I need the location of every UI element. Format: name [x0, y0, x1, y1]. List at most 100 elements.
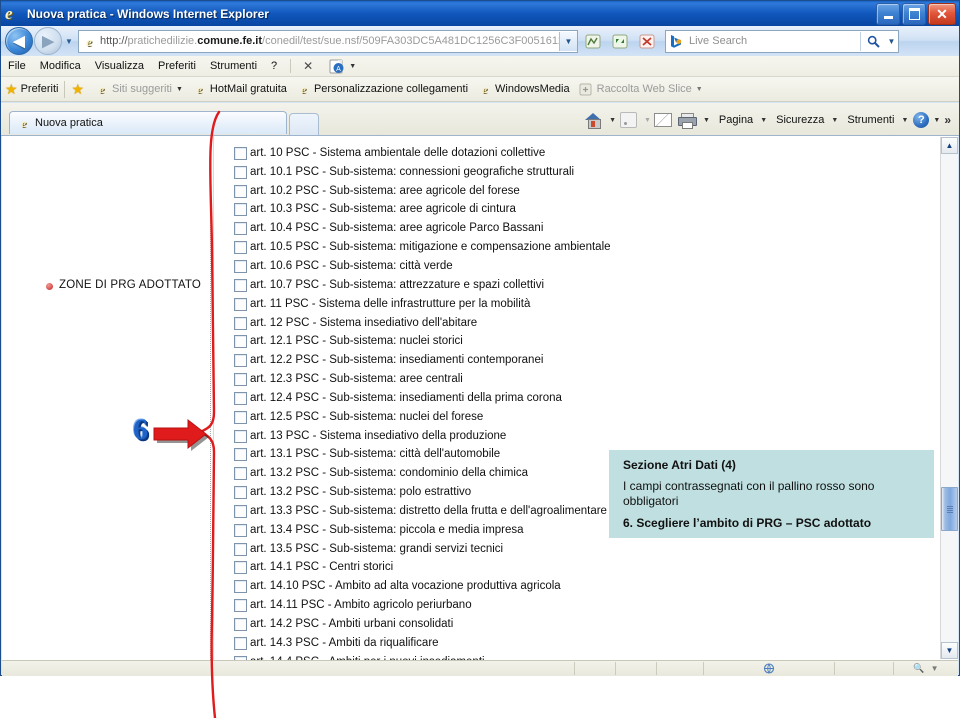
checklist-row[interactable]: art. 12.3 PSC - Sub-sistema: aree centra… — [234, 370, 924, 389]
search-submit-button[interactable] — [860, 31, 885, 51]
checklist-row[interactable]: art. 14.10 PSC - Ambito ad alta vocazion… — [234, 577, 924, 596]
checklist-row[interactable]: art. 10.1 PSC - Sub-sistema: connessioni… — [234, 163, 924, 182]
menu-strumenti[interactable]: Strumenti — [203, 58, 264, 74]
add-favorite-icon[interactable]: ★ — [71, 82, 84, 96]
checklist-row[interactable]: art. 10.4 PSC - Sub-sistema: aree agrico… — [234, 219, 924, 238]
checkbox-unchecked-icon[interactable] — [234, 618, 247, 632]
checklist-row[interactable]: art. 10.7 PSC - Sub-sistema: attrezzatur… — [234, 276, 924, 295]
checkbox-unchecked-icon[interactable] — [234, 504, 247, 518]
menu-preferiti[interactable]: Preferiti — [151, 58, 203, 74]
menu-visualizza[interactable]: Visualizza — [88, 58, 151, 74]
search-box[interactable]: Live Search ▼ — [665, 29, 899, 53]
toolbar-overflow-button[interactable]: » — [940, 113, 955, 127]
refresh-button[interactable] — [608, 29, 632, 53]
back-button[interactable]: ◀ — [5, 27, 33, 55]
checklist-row[interactable]: art. 12.4 PSC - Sub-sistema: insediament… — [234, 389, 924, 408]
checkbox-unchecked-icon[interactable] — [234, 297, 247, 311]
search-provider-dropdown[interactable]: ▼ — [885, 32, 898, 51]
checkbox-unchecked-icon[interactable] — [234, 486, 247, 500]
new-tab-button[interactable] — [289, 113, 319, 135]
checklist-row[interactable]: art. 13 PSC - Sistema insediativo della … — [234, 427, 924, 446]
checkbox-unchecked-icon[interactable] — [234, 636, 247, 650]
compatibility-view-button[interactable] — [581, 29, 605, 53]
favorite-siti-suggeriti[interactable]: e Siti suggeriti ▼ — [94, 82, 183, 97]
restore-button[interactable] — [902, 3, 926, 25]
favorite-hotmail[interactable]: e HotMail gratuita — [192, 82, 287, 97]
checkbox-unchecked-icon[interactable] — [234, 335, 247, 349]
checkbox-unchecked-icon[interactable] — [234, 165, 247, 179]
checkbox-unchecked-icon[interactable] — [234, 429, 247, 443]
checklist-row[interactable]: art. 10 PSC - Sistema ambientale delle d… — [234, 144, 924, 163]
help-menu-button[interactable]: ? ▼ — [913, 112, 940, 128]
page-menu-button[interactable]: Pagina ▼ — [716, 114, 767, 126]
checkbox-unchecked-icon[interactable] — [234, 542, 247, 556]
printer-icon — [678, 113, 698, 129]
tab-nuova-pratica[interactable]: e Nuova pratica — [9, 111, 287, 134]
checklist-row[interactable]: art. 12.1 PSC - Sub-sistema: nuclei stor… — [234, 332, 924, 351]
checklist-row[interactable]: art. 10.2 PSC - Sub-sistema: aree agrico… — [234, 182, 924, 201]
checklist-row[interactable]: art. 12 PSC - Sistema insediativo dell'a… — [234, 314, 924, 333]
pdf-addon-button[interactable]: A ▼ — [329, 59, 356, 74]
stop-button[interactable] — [635, 29, 659, 53]
security-menu-button[interactable]: Sicurezza ▼ — [773, 114, 838, 126]
checklist-row[interactable]: art. 13.5 PSC - Sub-sistema: grandi serv… — [234, 540, 924, 559]
chevron-down-icon[interactable]: ▼ — [703, 117, 710, 124]
checkbox-unchecked-icon[interactable] — [234, 184, 247, 198]
chevron-down-icon[interactable]: ▼ — [609, 117, 616, 124]
checklist-row[interactable]: art. 14.2 PSC - Ambiti urbani consolidat… — [234, 615, 924, 634]
menu-modifica[interactable]: Modifica — [33, 58, 88, 74]
checkbox-unchecked-icon[interactable] — [234, 523, 247, 537]
favorite-windowsmedia[interactable]: e WindowsMedia — [477, 82, 570, 97]
checklist-row[interactable]: art. 12.5 PSC - Sub-sistema: nuclei del … — [234, 408, 924, 427]
close-button[interactable]: ✕ — [928, 3, 956, 25]
zoom-cell[interactable]: 🔍 ▼ — [893, 662, 958, 675]
checklist-row[interactable]: art. 11 PSC - Sistema delle infrastruttu… — [234, 295, 924, 314]
checkbox-unchecked-icon[interactable] — [234, 391, 247, 405]
mail-button[interactable] — [651, 109, 675, 131]
checkbox-unchecked-icon[interactable] — [234, 278, 247, 292]
checklist-row[interactable]: art. 14.3 PSC - Ambiti da riqualificare — [234, 634, 924, 653]
checkbox-unchecked-icon[interactable] — [234, 561, 247, 575]
scrollbar-thumb[interactable] — [941, 487, 958, 531]
minimize-button[interactable] — [876, 3, 900, 25]
checkbox-unchecked-icon[interactable] — [234, 467, 247, 481]
checkbox-unchecked-icon[interactable] — [234, 580, 247, 594]
address-dropdown-button[interactable]: ▼ — [559, 31, 577, 51]
page-scrollbar[interactable]: ▲ ▼ — [940, 137, 958, 659]
checklist-row[interactable]: art. 14.4 PSC - Ambiti per i nuovi insed… — [234, 653, 924, 660]
checklist-row[interactable]: art. 10.5 PSC - Sub-sistema: mitigazione… — [234, 238, 924, 257]
checkbox-unchecked-icon[interactable] — [234, 599, 247, 613]
checkbox-unchecked-icon[interactable] — [234, 241, 247, 255]
checkbox-unchecked-icon[interactable] — [234, 203, 247, 217]
checklist-row[interactable]: art. 14.1 PSC - Centri storici — [234, 559, 924, 578]
checklist-row[interactable]: art. 10.6 PSC - Sub-sistema: città verde — [234, 257, 924, 276]
print-button[interactable] — [675, 109, 699, 131]
favorites-button[interactable]: Preferiti — [21, 83, 59, 95]
checklist-row[interactable]: art. 14.11 PSC - Ambito agricolo periurb… — [234, 596, 924, 615]
search-input[interactable]: Live Search — [689, 35, 860, 47]
feeds-button[interactable] — [616, 109, 640, 131]
favorite-personalizzazione[interactable]: e Personalizzazione collegamenti — [296, 82, 468, 97]
checkbox-unchecked-icon[interactable] — [234, 354, 247, 368]
forward-button[interactable]: ▶ — [34, 27, 62, 55]
checkbox-unchecked-icon[interactable] — [234, 410, 247, 424]
checklist-row[interactable]: art. 12.2 PSC - Sub-sistema: insediament… — [234, 351, 924, 370]
tools-menu-button[interactable]: Strumenti ▼ — [844, 114, 908, 126]
checklist-row[interactable]: art. 10.3 PSC - Sub-sistema: aree agrico… — [234, 201, 924, 220]
checkbox-unchecked-icon[interactable] — [234, 373, 247, 387]
checkbox-unchecked-icon[interactable] — [234, 448, 247, 462]
checkbox-unchecked-icon[interactable] — [234, 259, 247, 273]
scroll-up-button[interactable]: ▲ — [941, 137, 958, 154]
home-button[interactable] — [581, 109, 605, 131]
close-tab-button[interactable]: ✕ — [297, 59, 319, 73]
favorite-web-slice[interactable]: Raccolta Web Slice ▼ — [579, 82, 703, 97]
history-dropdown-button[interactable]: ▼ — [62, 28, 76, 54]
menu-help[interactable]: ? — [264, 58, 284, 74]
checkbox-unchecked-icon[interactable] — [234, 222, 247, 236]
checkbox-unchecked-icon[interactable] — [234, 316, 247, 330]
scroll-down-button[interactable]: ▼ — [941, 642, 958, 659]
menu-file[interactable]: File — [1, 58, 33, 74]
scrollbar-track[interactable] — [941, 154, 958, 642]
address-input[interactable]: e http://pratichedilizie.comune.fe.it/co… — [78, 29, 578, 53]
checkbox-unchecked-icon[interactable] — [234, 146, 247, 160]
